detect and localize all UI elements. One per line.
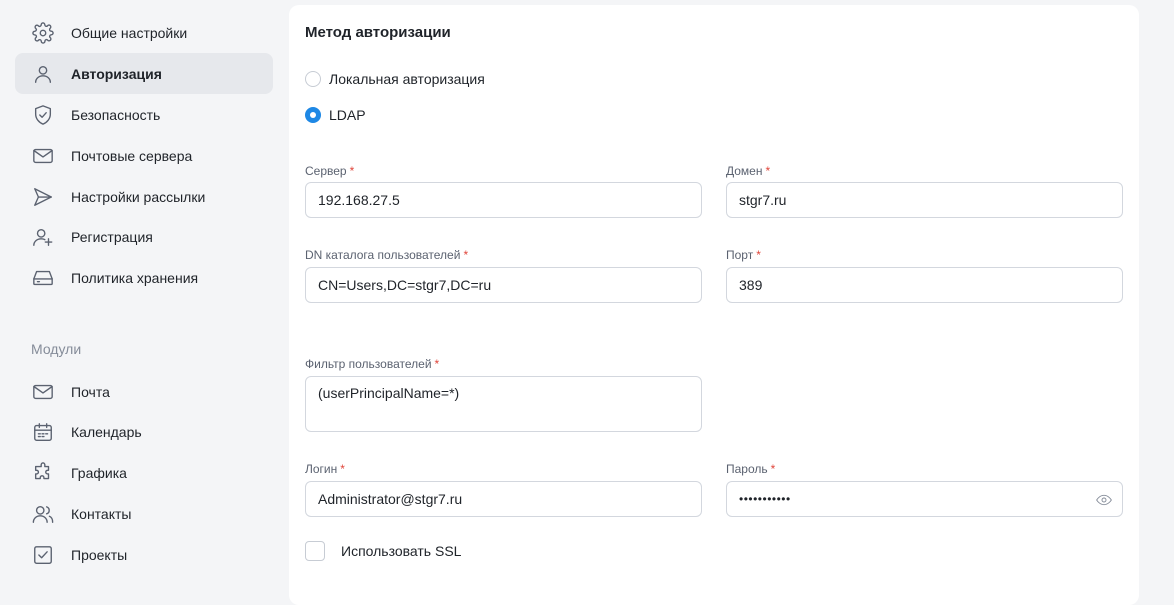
envelope-icon — [31, 380, 55, 404]
module-item-label: Проекты — [71, 546, 128, 563]
required-mark: * — [340, 462, 345, 476]
required-mark: * — [765, 164, 771, 178]
password-value: ••••••••••• — [739, 492, 791, 506]
radio-label: LDAP — [329, 107, 366, 123]
domain-field[interactable]: stgr7.ru — [726, 182, 1123, 218]
filter-label: Фильтр пользователей * — [305, 357, 440, 371]
ssl-checkbox[interactable] — [305, 541, 325, 561]
sidebar-item-label: Настройки рассылки — [71, 188, 206, 205]
required-mark: * — [463, 248, 469, 262]
calendar-icon — [31, 420, 55, 444]
module-item-label: Контакты — [71, 505, 132, 522]
sidebar-item-label: Авторизация — [71, 65, 162, 82]
page-title: Метод авторизации — [305, 24, 451, 41]
module-item-mail[interactable]: Почта — [15, 371, 273, 412]
sidebar-item-label: Регистрация — [71, 228, 153, 245]
user-icon — [31, 62, 55, 86]
sidebar-item-label: Почтовые сервера — [71, 147, 193, 164]
sidebar-item-security[interactable]: Безопасность — [15, 94, 273, 135]
required-mark: * — [349, 164, 355, 178]
module-item-calendar[interactable]: Календарь — [15, 411, 273, 452]
domain-label: Домен * — [726, 164, 771, 178]
port-field[interactable]: 389 — [726, 267, 1123, 303]
required-mark: * — [434, 357, 440, 371]
send-icon — [31, 185, 55, 209]
radio-ldap[interactable]: LDAP — [305, 107, 366, 123]
users-icon — [31, 502, 55, 526]
gear-icon — [31, 21, 55, 45]
eye-icon[interactable] — [1096, 492, 1112, 508]
sidebar-item-mail-servers[interactable]: Почтовые сервера — [15, 135, 273, 176]
sidebar-item-label: Безопасность — [71, 106, 161, 123]
user-plus-icon — [31, 225, 55, 249]
radio-button-selected[interactable] — [305, 107, 321, 123]
sidebar-item-label: Общие настройки — [71, 24, 188, 41]
ssl-label: Использовать SSL — [341, 543, 462, 559]
module-item-label: Графика — [71, 464, 127, 481]
dn-label: DN каталога пользователей * — [305, 248, 469, 262]
login-field[interactable]: Administrator@stgr7.ru — [305, 481, 702, 517]
server-label: Сервер * — [305, 164, 355, 178]
password-label: Пароль * — [726, 462, 776, 476]
sidebar-item-retention-policy[interactable]: Политика хранения — [15, 257, 273, 298]
radio-label: Локальная авторизация — [329, 71, 485, 87]
server-field[interactable]: 192.168.27.5 — [305, 182, 702, 218]
module-item-label: Календарь — [71, 423, 142, 440]
sidebar-item-authorization[interactable]: Авторизация — [15, 53, 273, 94]
auth-settings-card: Метод авторизации Локальная авторизация … — [289, 5, 1139, 605]
sidebar-item-label: Политика хранения — [71, 269, 199, 286]
shield-check-icon — [31, 103, 55, 127]
sidebar-item-mailing-settings[interactable]: Настройки рассылки — [15, 176, 273, 217]
module-item-projects[interactable]: Проекты — [15, 534, 273, 575]
sidebar-item-general-settings[interactable]: Общие настройки — [15, 12, 273, 53]
module-item-label: Почта — [71, 383, 110, 400]
filter-textarea[interactable]: (userPrincipalName=*) — [305, 376, 702, 432]
module-item-graphics[interactable]: Графика — [15, 452, 273, 493]
radio-local-auth[interactable]: Локальная авторизация — [305, 71, 485, 87]
required-mark: * — [756, 248, 761, 262]
login-label: Логин * — [305, 462, 345, 476]
module-item-contacts[interactable]: Контакты — [15, 493, 273, 534]
port-label: Порт * — [726, 248, 761, 262]
sidebar-item-registration[interactable]: Регистрация — [15, 216, 273, 257]
storage-icon — [31, 266, 55, 290]
checkbox-icon — [31, 543, 55, 567]
puzzle-icon — [31, 461, 55, 485]
password-field[interactable]: ••••••••••• — [726, 481, 1123, 517]
dn-field[interactable]: CN=Users,DC=stgr7,DC=ru — [305, 267, 702, 303]
required-mark: * — [770, 462, 776, 476]
modules-section-label: Модули — [31, 341, 82, 357]
envelope-icon — [31, 144, 55, 168]
radio-button[interactable] — [305, 71, 321, 87]
sidebar: Общие настройки Авторизация Безопасность… — [0, 0, 289, 597]
ssl-option[interactable]: Использовать SSL — [305, 541, 461, 561]
